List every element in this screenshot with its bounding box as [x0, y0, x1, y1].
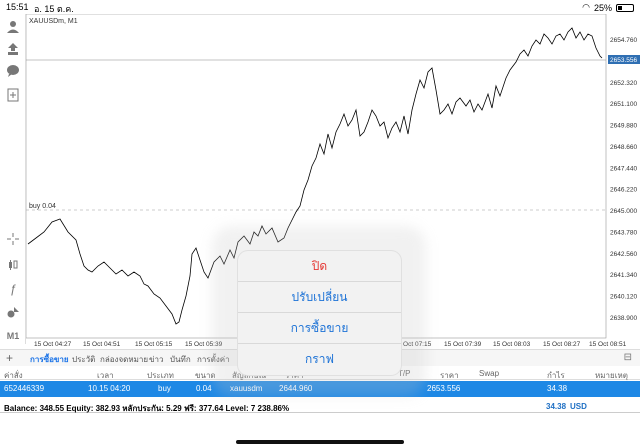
chart-button[interactable]: กราฟ: [238, 344, 401, 375]
y-tick-label: 2638.900: [610, 315, 637, 322]
col-swap: Swap: [479, 369, 500, 378]
y-axis: 2654.760 2652.320 2651.100 2649.880 2648.660…: [610, 37, 637, 322]
current-price-text: 2653.556: [610, 57, 637, 64]
y-tick-label: 2652.320: [610, 80, 637, 87]
trade-icon[interactable]: [4, 40, 22, 58]
trade-button[interactable]: การซื้อขาย: [238, 313, 401, 344]
status-time: 15:51: [6, 2, 29, 12]
home-indicator[interactable]: [236, 440, 404, 444]
x-tick-label: 15 Oct 04:51: [83, 341, 121, 348]
status-right: ◠ 25%: [582, 2, 634, 13]
x-tick-label: 15 Oct 08:03: [493, 341, 531, 348]
cell-price: 2653.556: [427, 384, 461, 393]
tab-journal[interactable]: บันทึก: [170, 353, 191, 366]
modify-position-button[interactable]: ปรับเปลี่ยน: [238, 282, 401, 313]
battery-icon: [616, 3, 634, 12]
y-tick-label: 2642.560: [610, 251, 637, 258]
y-tick-label: 2647.440: [610, 165, 637, 172]
close-position-button[interactable]: ปิด: [238, 251, 401, 282]
tab-news[interactable]: ข่าว: [149, 353, 163, 366]
position-action-menu: ปิด ปรับเปลี่ยน การซื้อขาย กราฟ: [238, 251, 401, 375]
tab-mailbox[interactable]: กล่องจดหมาย: [100, 353, 148, 366]
cell-time: 10.15 04:20: [88, 384, 131, 393]
status-bar: 15:51 อ. 15 ต.ค. ◠ 25%: [0, 0, 640, 14]
y-tick-label: 2643.780: [610, 229, 637, 236]
layout-icon[interactable]: ⊟: [624, 352, 632, 363]
tab-history[interactable]: ประวัติ: [72, 353, 95, 366]
crosshair-icon[interactable]: [4, 230, 22, 248]
y-tick-label: 2649.880: [610, 123, 637, 130]
battery-fill: [618, 5, 622, 10]
balance-text: Balance: 348.55 Equity: 382.93 หลักประกั…: [4, 404, 290, 413]
function-icon[interactable]: ƒ: [4, 280, 22, 298]
candles-icon[interactable]: [4, 256, 22, 274]
add-chart-icon[interactable]: [4, 86, 22, 104]
y-tick-label: 2640.120: [610, 294, 637, 301]
objects-icon[interactable]: [4, 304, 22, 322]
timeframe-button[interactable]: M1: [4, 327, 22, 345]
add-icon[interactable]: +: [6, 351, 13, 365]
position-label: buy 0.04: [29, 203, 56, 210]
y-tick-label: 2648.660: [610, 144, 637, 151]
y-tick-label: 2646.220: [610, 187, 637, 194]
x-tick-label: 15 Oct 08:27: [543, 341, 581, 348]
user-icon[interactable]: [4, 18, 22, 36]
x-tick-label: 15 Oct 08:51: [589, 341, 627, 348]
battery-percent: 25%: [593, 2, 612, 13]
wifi-icon: ◠: [582, 2, 590, 12]
y-tick-label: 2654.760: [610, 37, 637, 44]
symbol-label: XAUUSDm, M1: [29, 18, 78, 25]
cell-size: 0.04: [196, 384, 212, 393]
tab-trade[interactable]: การซื้อขาย: [30, 353, 69, 366]
chat-icon[interactable]: [4, 62, 22, 80]
left-toolbar: ƒ M1: [0, 14, 26, 344]
x-tick-label: 15 Oct 07:39: [444, 341, 482, 348]
x-tick-label: 15 Oct 05:15: [135, 341, 173, 348]
total-profit: 34.38: [546, 402, 567, 411]
balance-bar: Balance: 348.55 Equity: 382.93 หลักประกั…: [0, 399, 640, 413]
y-tick-label: 2645.000: [610, 208, 637, 215]
currency-label: USD: [570, 402, 587, 411]
cell-order: 652446339: [4, 384, 45, 393]
cell-type: buy: [158, 384, 171, 393]
y-tick-label: 2641.340: [610, 272, 637, 279]
y-tick-label: 2651.100: [610, 101, 637, 108]
cell-profit: 34.38: [547, 384, 568, 393]
x-tick-label: 15 Oct 04:27: [34, 341, 72, 348]
